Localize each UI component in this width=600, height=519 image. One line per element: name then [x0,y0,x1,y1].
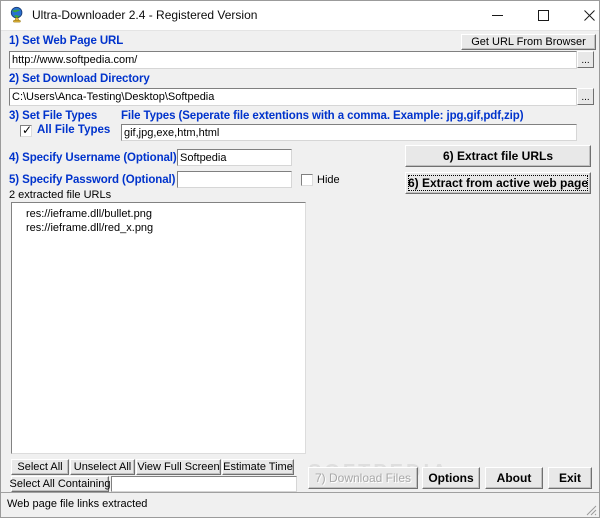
download-directory-input[interactable]: C:\Users\Anca-Testing\Desktop\Softpedia [9,88,577,106]
get-url-from-browser-button[interactable]: Get URL From Browser [461,34,596,50]
select-all-containing-label: Select All Containing [9,478,111,490]
status-bar: Web page file links extracted [1,492,599,517]
window-title: Ultra-Downloader 2.4 - Registered Versio… [32,8,258,22]
select-all-button[interactable]: Select All [11,459,69,475]
extracted-urls-list[interactable]: res://ieframe.dll/bullet.png res://iefra… [11,202,306,454]
maximize-button[interactable] [520,1,566,29]
step3-label: 3) Set File Types [9,110,98,122]
options-label: Options [428,471,474,485]
hide-password-checkbox[interactable] [301,174,313,186]
unselect-all-button[interactable]: Unselect All [70,459,135,475]
web-page-url-input[interactable]: http://www.softpedia.com/ [9,51,577,69]
view-full-screen-button[interactable]: View Full Screen [136,459,221,475]
extract-file-urls-label: 6) Extract file URLs [442,149,554,163]
step4-label: 4) Specify Username (Optional) [9,152,177,164]
unselect-all-label: Unselect All [73,461,132,473]
checkmark-icon: ✓ [22,123,33,137]
select-all-label: Select All [17,461,63,473]
url-browse-button[interactable]: ... [577,51,594,68]
extract-from-active-web-page-label: 6) Extract from active web page [407,176,589,190]
extract-file-urls-button[interactable]: 6) Extract file URLs [405,145,591,167]
resize-grip-icon[interactable] [583,502,597,516]
title-bar: Ultra-Downloader 2.4 - Registered Versio… [1,1,599,31]
extracted-count-label: 2 extracted file URLs [9,189,112,201]
about-label: About [496,471,532,485]
download-files-label: 7) Download Files [314,471,412,485]
minimize-button[interactable] [474,1,520,29]
application-window: Ultra-Downloader 2.4 - Registered Versio… [0,0,600,518]
globe-icon [8,6,26,24]
estimate-time-button[interactable]: Estimate Time [222,459,294,475]
exit-label: Exit [558,471,581,485]
password-input[interactable] [177,171,292,188]
select-all-containing-input[interactable] [111,476,297,492]
all-file-types-checkbox[interactable]: ✓ [20,123,33,137]
file-types-hint: File Types (Seperate file extentions wit… [121,110,524,122]
list-item[interactable]: res://ieframe.dll/red_x.png [12,221,305,235]
step1-label: 1) Set Web Page URL [9,35,124,47]
estimate-time-label: Estimate Time [223,461,293,473]
extract-from-active-web-page-button[interactable]: 6) Extract from active web page [405,172,591,194]
directory-browse-button[interactable]: ... [577,88,594,105]
all-file-types-label: All File Types [37,124,111,136]
step5-label: 5) Specify Password (Optional) [9,174,176,186]
close-button[interactable] [566,1,600,29]
username-input[interactable]: Softpedia [177,149,292,166]
select-all-containing-button[interactable]: Select All Containing [9,476,111,492]
status-message: Web page file links extracted [7,498,148,510]
file-types-input[interactable]: gif,jpg,exe,htm,html [121,124,577,141]
exit-button[interactable]: Exit [548,467,592,489]
step2-label: 2) Set Download Directory [9,73,150,85]
download-files-button[interactable]: 7) Download Files [308,467,418,489]
options-button[interactable]: Options [422,467,480,489]
get-url-from-browser-label: Get URL From Browser [471,36,586,48]
about-button[interactable]: About [485,467,543,489]
hide-password-label: Hide [317,174,340,186]
list-item[interactable]: res://ieframe.dll/bullet.png [12,207,305,221]
view-full-screen-label: View Full Screen [137,461,220,473]
